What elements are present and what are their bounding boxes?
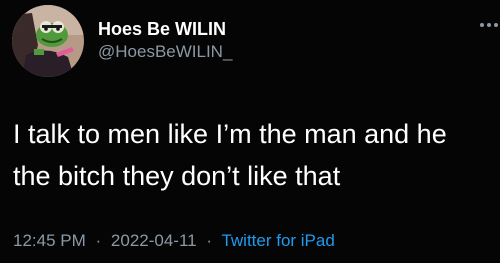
tweet-metadata: 12:45 PM · 2022-04-11 · Twitter for iPad xyxy=(13,231,335,251)
display-name[interactable]: Hoes Be WILIN xyxy=(98,19,226,40)
tweet: Hoes Be WILIN @HoesBeWILIN_ I talk to me… xyxy=(0,0,500,263)
kermit-avatar-icon xyxy=(12,5,84,77)
tweet-text-line: the bitch they don’t like that xyxy=(13,161,341,191)
tweet-date[interactable]: 2022-04-11 xyxy=(111,231,197,250)
tweet-source-link[interactable]: Twitter for iPad xyxy=(221,231,334,250)
tweet-time[interactable]: 12:45 PM xyxy=(13,231,86,250)
tweet-text-line: I talk to men like I’m the man and he xyxy=(13,119,447,149)
avatar[interactable] xyxy=(12,5,84,77)
separator: · xyxy=(206,231,213,250)
separator: · xyxy=(95,231,102,250)
user-handle[interactable]: @HoesBeWILIN_ xyxy=(98,42,232,62)
tweet-text: I talk to men like I’m the man and he th… xyxy=(13,113,447,197)
more-options-icon[interactable] xyxy=(470,18,500,32)
